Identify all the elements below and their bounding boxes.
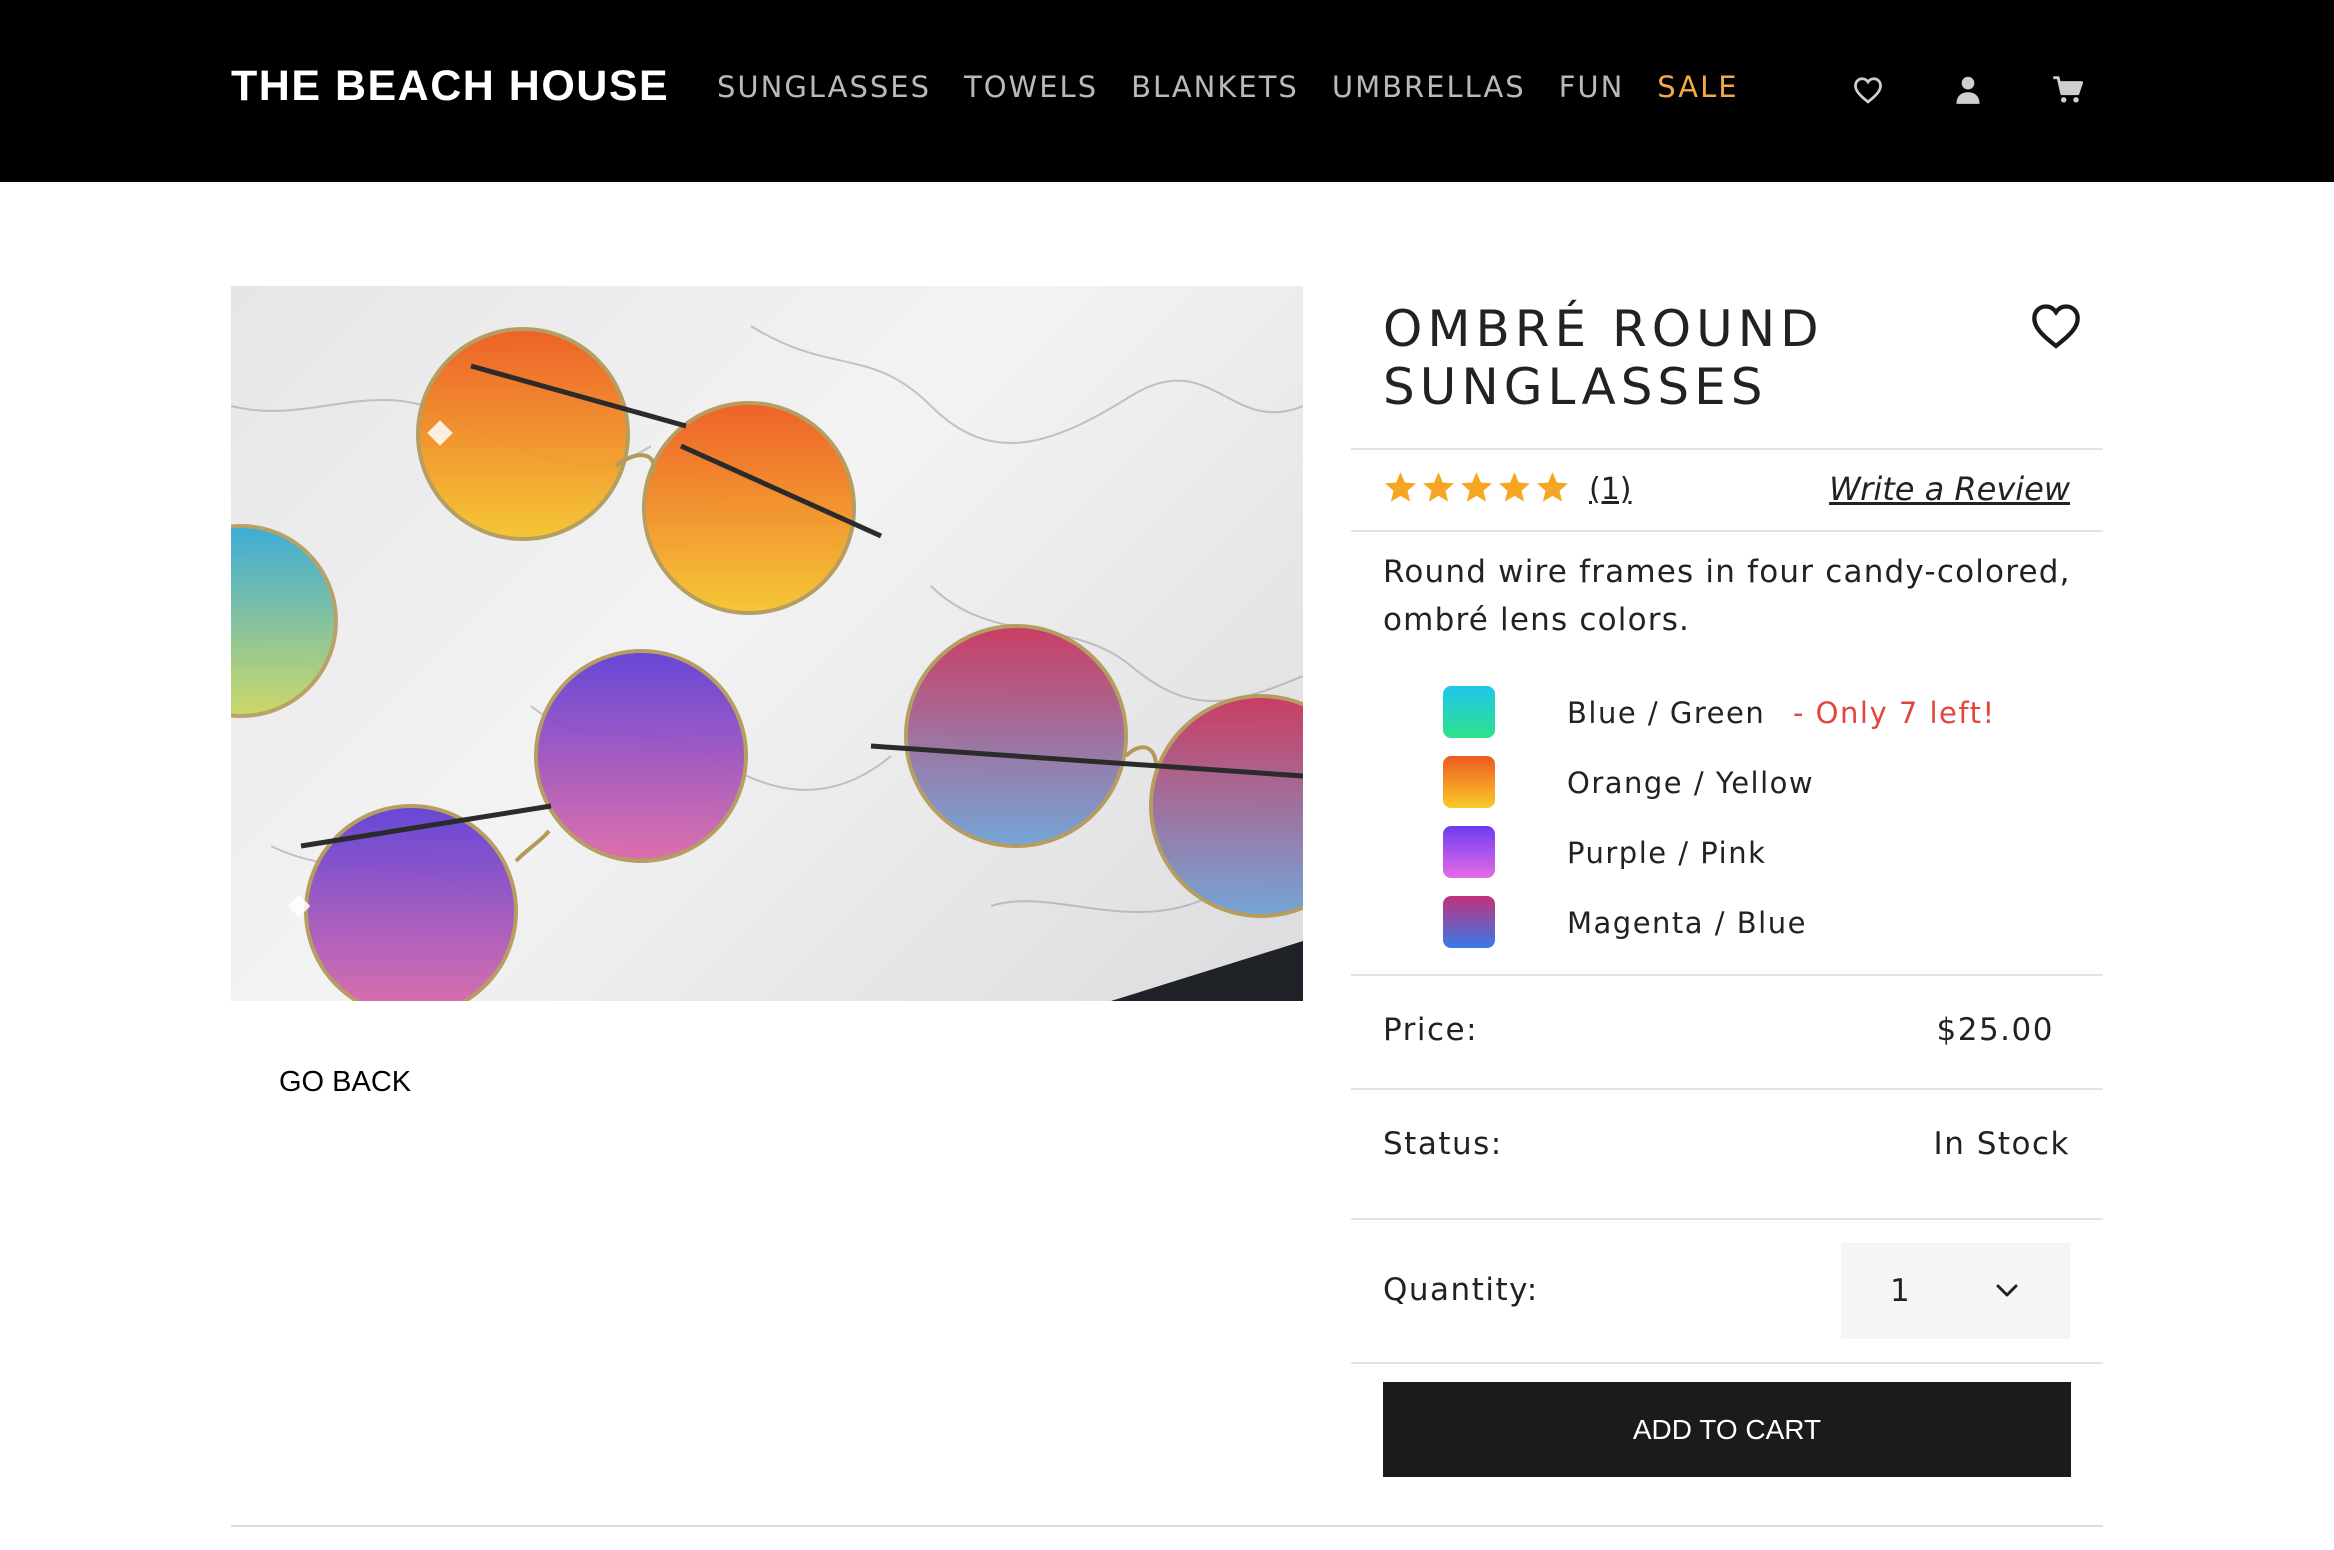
product-title: OMBRÉ ROUND SUNGLASSES	[1383, 300, 1824, 416]
nav-item-sale[interactable]: SALE	[1657, 70, 1738, 104]
star-icon	[1461, 472, 1492, 502]
quantity-select[interactable]: 1	[1841, 1243, 2070, 1339]
brand-logo[interactable]: THE BEACH HOUSE	[231, 62, 669, 111]
nav-item-sunglasses[interactable]: SUNGLASSES	[717, 70, 931, 104]
divider	[1351, 448, 2103, 450]
product-description: Round wire frames in four candy-colored,…	[1383, 554, 2071, 638]
divider	[1351, 1088, 2103, 1090]
review-count-link[interactable]: (1)	[1589, 472, 1632, 507]
color-label: Magenta / Blue	[1567, 906, 1807, 940]
quantity-label: Quantity:	[1383, 1272, 1539, 1308]
color-swatch[interactable]	[1443, 756, 1495, 808]
star-rating	[1383, 470, 1570, 505]
star-icon	[1499, 472, 1530, 502]
go-back-button[interactable]: GO BACK	[279, 1066, 411, 1099]
divider	[1351, 974, 2103, 976]
nav-item-towels[interactable]: TOWELS	[964, 70, 1098, 104]
chevron-down-icon	[1996, 1284, 2018, 1297]
divider	[1351, 1218, 2103, 1220]
status-value: In Stock	[1933, 1126, 2070, 1162]
favorite-heart-icon[interactable]	[2030, 302, 2082, 354]
star-icon	[1537, 472, 1568, 502]
product-image	[231, 286, 1303, 1001]
write-review-link[interactable]: Write a Review	[1825, 470, 2070, 508]
add-to-cart-button[interactable]: ADD TO CART	[1383, 1382, 2071, 1477]
user-icon[interactable]	[1948, 70, 1988, 110]
color-option-blue-green[interactable]: Blue / Green - Only 7 left!	[1443, 686, 2083, 756]
low-stock-note: - Only 7 left!	[1793, 696, 1996, 730]
site-header: THE BEACH HOUSE SUNGLASSES TOWELS BLANKE…	[0, 0, 2334, 182]
color-option-magenta-blue[interactable]: Magenta / Blue	[1443, 896, 2083, 966]
divider	[1351, 530, 2103, 532]
quantity-value: 1	[1890, 1273, 1910, 1309]
price-value: $25.00	[1936, 1012, 2054, 1048]
color-swatch[interactable]	[1443, 686, 1495, 738]
color-swatch[interactable]	[1443, 896, 1495, 948]
status-label: Status:	[1383, 1126, 1503, 1162]
star-icon	[1423, 472, 1454, 502]
divider	[1351, 1362, 2103, 1364]
cart-icon[interactable]	[2048, 70, 2088, 110]
wishlist-heart-icon[interactable]	[1848, 70, 1888, 110]
nav-item-umbrellas[interactable]: UMBRELLAS	[1332, 70, 1526, 104]
nav-item-blankets[interactable]: BLANKETS	[1131, 70, 1299, 104]
color-option-orange-yellow[interactable]: Orange / Yellow	[1443, 756, 2083, 826]
price-label: Price:	[1383, 1012, 1479, 1048]
color-options: Blue / Green - Only 7 left! Orange / Yel…	[1443, 686, 2083, 966]
star-icon	[1385, 472, 1416, 502]
color-option-purple-pink[interactable]: Purple / Pink	[1443, 826, 2083, 896]
color-label: Purple / Pink	[1567, 836, 1767, 870]
footer-divider	[231, 1525, 2103, 1527]
color-swatch[interactable]	[1443, 826, 1495, 878]
nav-item-fun[interactable]: FUN	[1559, 70, 1625, 104]
color-label: Blue / Green	[1567, 696, 1766, 730]
main-nav: SUNGLASSES TOWELS BLANKETS UMBRELLAS FUN…	[717, 70, 1739, 104]
color-label: Orange / Yellow	[1567, 766, 1815, 800]
